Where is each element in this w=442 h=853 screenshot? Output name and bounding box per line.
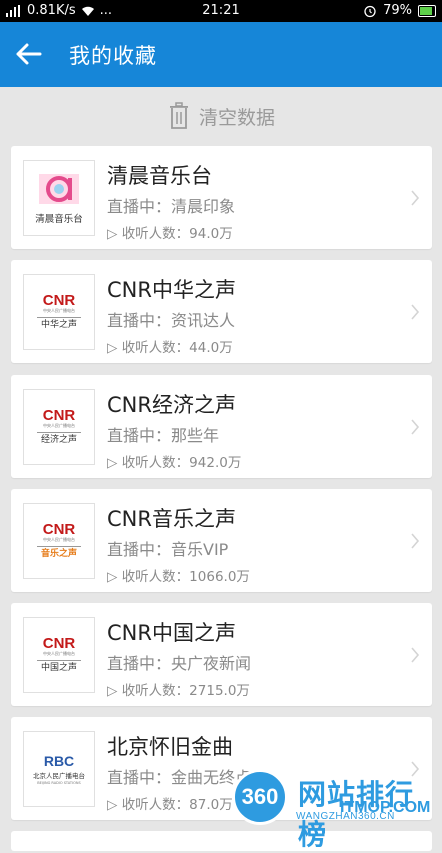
arrow-left-icon: [16, 43, 42, 65]
station-listeners: 收听人数：94.0万: [121, 226, 233, 242]
station-name: CNR中华之声: [107, 278, 236, 302]
station-card-zhonghua[interactable]: CNR 中央人民广播电台 中华之声 CNR中华之声 直播中：资讯达人 ▷ 收听人…: [11, 260, 432, 363]
play-triangle-icon: ▷: [107, 226, 118, 242]
chevron-right-icon: [411, 304, 420, 320]
station-logo-text: 北京人民广播电台: [33, 771, 85, 780]
station-listeners: 收听人数：87.0万: [121, 797, 233, 813]
station-card-jingji[interactable]: CNR 中央人民广播电台 经济之声 CNR经济之声 直播中：那些年 ▷ 收听人数…: [11, 375, 432, 478]
watermark: 360 网站排行榜 ITMOP.COM WANGZHAN360.CN: [232, 765, 442, 851]
chevron-right-icon: [411, 533, 420, 549]
cnr-sub: 中央人民广播电台: [43, 422, 75, 428]
watermark-badge: 360: [232, 769, 288, 825]
play-triangle-icon: ▷: [107, 797, 118, 813]
play-triangle-icon: ▷: [107, 340, 118, 356]
station-logo: CNR 中央人民广播电台 中华之声: [23, 274, 95, 350]
clear-data-label: 清空数据: [198, 106, 275, 129]
station-logo: CNR 中央人民广播电台 经济之声: [23, 389, 95, 465]
battery-percent: 79%: [383, 3, 412, 18]
clear-data-button[interactable]: 清空数据: [0, 87, 442, 145]
station-live: 直播中：清晨印象: [107, 197, 236, 216]
station-live: 直播中：金曲无终点: [107, 768, 252, 787]
play-triangle-icon: ▷: [107, 569, 118, 585]
station-card-zhongguo[interactable]: CNR 中央人民广播电台 中国之声 CNR中国之声 直播中：央广夜新闻 ▷ 收听…: [11, 603, 432, 706]
cnr-brand: CNR: [42, 291, 76, 309]
cnr-sub: 中央人民广播电台: [43, 307, 75, 313]
station-listeners: 收听人数：1066.0万: [121, 569, 250, 585]
chevron-right-icon: [411, 190, 420, 206]
station-name: CNR中国之声: [107, 621, 236, 645]
page-title: 我的收藏: [69, 44, 157, 68]
station-name: 北京怀旧金曲: [107, 735, 233, 759]
cnr-sub: 中央人民广播电台: [43, 536, 75, 542]
station-listeners: 收听人数：44.0万: [121, 340, 233, 356]
cnr-sub: 中央人民广播电台: [43, 650, 75, 656]
station-logo-text: 清晨音乐台: [35, 213, 83, 225]
station-logo-text: 经济之声: [40, 434, 77, 445]
chevron-right-icon: [411, 647, 420, 663]
station-live: 直播中：音乐VIP: [107, 540, 229, 559]
cnr-brand: CNR: [42, 406, 76, 424]
station-listeners: 收听人数：942.0万: [121, 455, 242, 471]
station-logo: RBC 北京人民广播电台 BEIJING RADIO STATIONS: [23, 731, 95, 807]
station-logo-sub: BEIJING RADIO STATIONS: [37, 780, 81, 785]
chevron-right-icon: [411, 419, 420, 435]
station-name: CNR音乐之声: [107, 507, 236, 531]
play-triangle-icon: ▷: [107, 455, 118, 471]
cnr-brand: CNR: [42, 520, 76, 538]
station-listeners: 收听人数：2715.0万: [121, 683, 250, 699]
station-logo: 清晨音乐台: [23, 160, 95, 236]
station-card-yinyue[interactable]: CNR 中央人民广播电台 音乐之声 CNR音乐之声 直播中：音乐VIP ▷ 收听…: [11, 489, 432, 592]
station-name: CNR经济之声: [107, 393, 236, 417]
station-card-qingchen[interactable]: 清晨音乐台 清晨音乐台 直播中：清晨印象 ▷ 收听人数：94.0万: [11, 146, 432, 249]
back-button[interactable]: [10, 34, 50, 74]
music-a-logo-icon: [39, 173, 79, 204]
station-live: 直播中：央广夜新闻: [107, 654, 252, 673]
rbc-brand: RBC: [43, 752, 75, 769]
station-logo: CNR 中央人民广播电台 音乐之声: [23, 503, 95, 579]
trash-icon: [169, 102, 188, 129]
watermark-site-en: WANGZHAN360.CN: [296, 811, 395, 822]
play-triangle-icon: ▷: [107, 683, 118, 699]
battery-icon: [418, 4, 436, 17]
status-bar: 0.81K/s ... 21:21 79%: [0, 0, 442, 22]
station-logo-text: 中国之声: [40, 662, 77, 673]
cnr-brand: CNR: [42, 634, 76, 652]
station-live: 直播中：那些年: [107, 426, 220, 445]
station-live: 直播中：资讯达人: [107, 311, 236, 330]
app-bar: 我的收藏: [0, 22, 442, 87]
alarm-icon: [364, 5, 376, 17]
station-logo-text: 音乐之声: [40, 548, 77, 559]
station-name: 清晨音乐台: [107, 164, 212, 188]
station-logo: CNR 中央人民广播电台 中国之声: [23, 617, 95, 693]
station-logo-text: 中华之声: [40, 319, 77, 330]
